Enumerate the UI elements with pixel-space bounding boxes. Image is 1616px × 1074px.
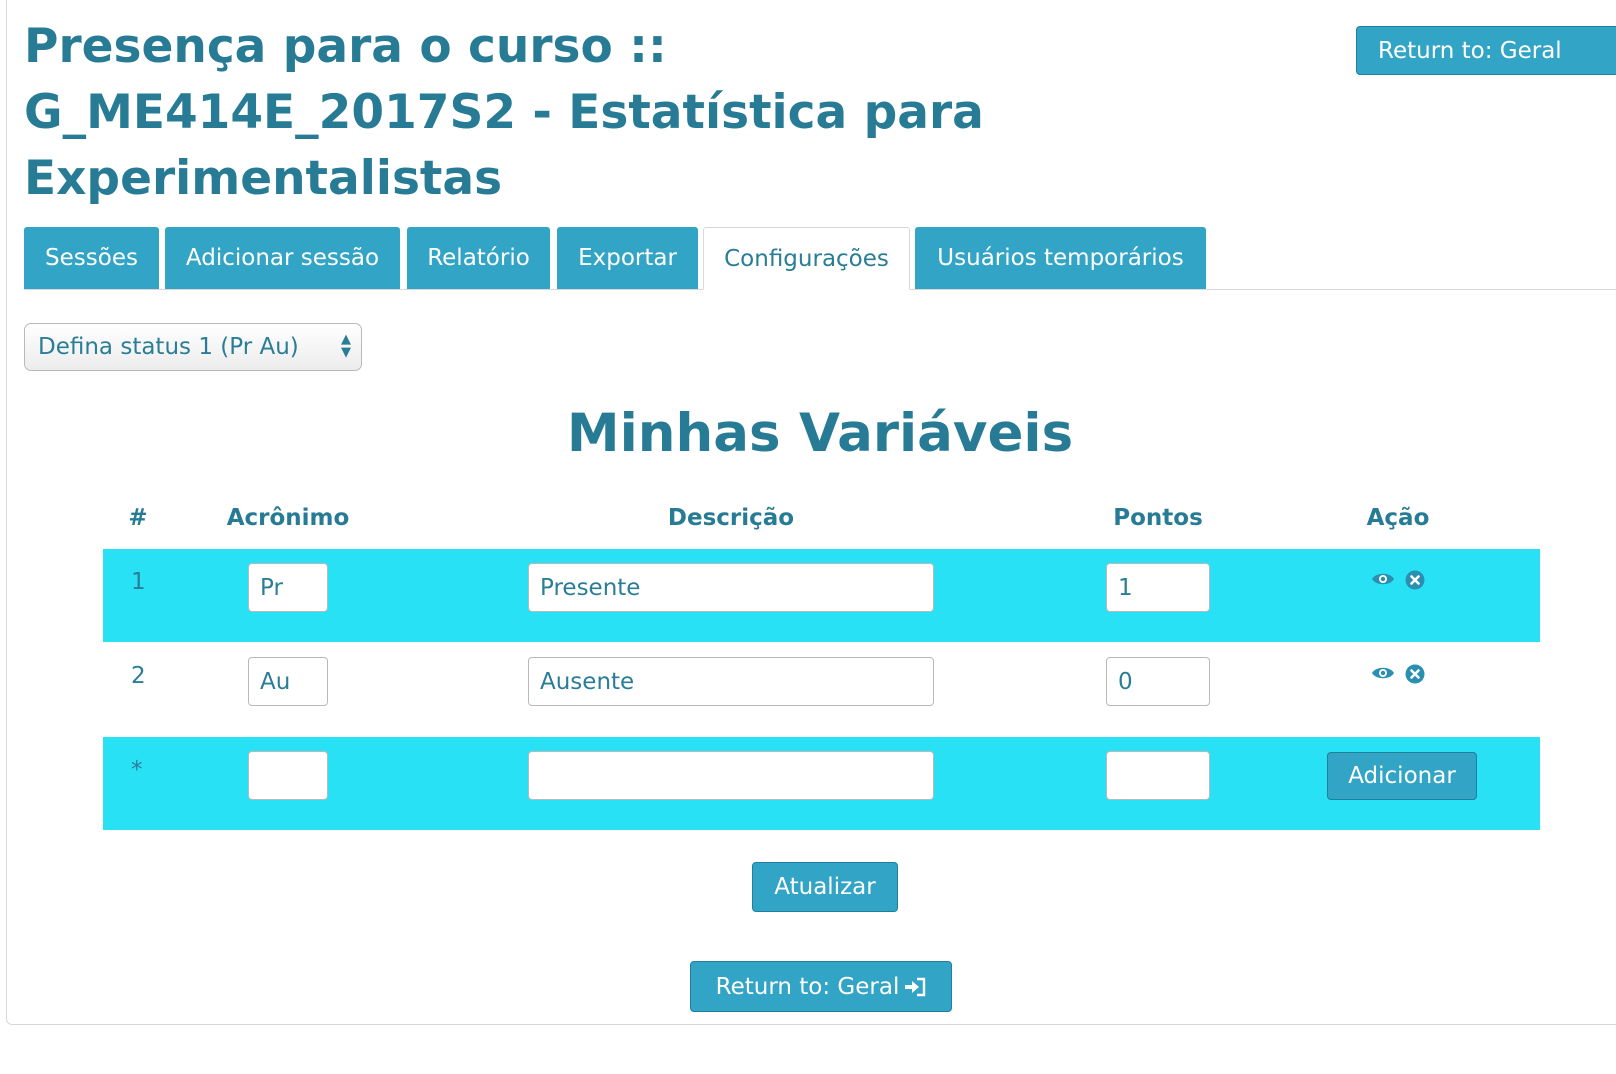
update-button[interactable]: Atualizar [752, 862, 898, 912]
tab-label: Usuários temporários [937, 245, 1184, 271]
page-title: Presença para o curso :: G_ME414E_2017S2… [24, 19, 984, 206]
tab-configuracoes[interactable]: Configurações [703, 227, 910, 290]
col-header-description: Descrição [667, 505, 795, 531]
tab-usuarios-temporarios[interactable]: Usuários temporários [915, 227, 1206, 289]
row-number: * [131, 757, 143, 783]
description-input[interactable]: Ausente [528, 657, 934, 706]
tab-sessoes[interactable]: Sessões [24, 227, 159, 289]
tab-adicionar-sessao[interactable]: Adicionar sessão [165, 227, 400, 289]
delete-icon[interactable] [1405, 570, 1425, 590]
tab-label: Sessões [45, 245, 138, 271]
row-number: 1 [131, 569, 146, 595]
new-description-input[interactable] [528, 751, 934, 800]
new-points-input[interactable] [1106, 751, 1210, 800]
tab-label: Relatório [427, 245, 530, 271]
acronym-input[interactable]: Pr [248, 563, 328, 612]
tab-exportar[interactable]: Exportar [557, 227, 698, 289]
sign-in-icon [905, 977, 926, 996]
tab-label: Adicionar sessão [185, 245, 380, 271]
col-header-action: Ação [1366, 505, 1430, 531]
col-header-points: Pontos [1113, 505, 1203, 531]
add-button-label: Adicionar [1348, 763, 1456, 789]
section-heading: Minhas Variáveis [566, 403, 1074, 464]
table-row: 2 Au Ausente 0 [103, 643, 1540, 736]
points-value: 1 [1118, 574, 1133, 601]
new-acronym-input[interactable] [248, 751, 328, 800]
status-set-select[interactable]: Defina status 1 (Pr Au) ▲ ▼ [24, 323, 362, 371]
return-bottom-button[interactable]: Return to: Geral [690, 961, 952, 1012]
acronym-value: Au [260, 668, 291, 695]
tab-relatorio[interactable]: Relatório [407, 227, 550, 289]
new-variable-row: * Adicionar [103, 737, 1540, 830]
status-set-value: Defina status 1 (Pr Au) [38, 334, 299, 360]
eye-icon[interactable] [1371, 572, 1395, 586]
tab-label: Exportar [578, 245, 677, 271]
eye-icon[interactable] [1371, 666, 1395, 680]
points-value: 0 [1118, 668, 1133, 695]
tab-label: Configurações [724, 245, 889, 272]
select-arrows-icon: ▲ ▼ [341, 332, 351, 360]
points-input[interactable]: 1 [1106, 563, 1210, 612]
points-input[interactable]: 0 [1106, 657, 1210, 706]
description-value: Ausente [540, 668, 635, 695]
add-button[interactable]: Adicionar [1327, 752, 1477, 800]
acronym-value: Pr [260, 574, 283, 601]
row-number: 2 [131, 663, 146, 689]
description-value: Presente [540, 574, 641, 601]
delete-icon[interactable] [1405, 664, 1425, 684]
return-top-label: Return to: Geral [1378, 37, 1562, 64]
return-top-button[interactable]: Return to: Geral [1356, 26, 1616, 75]
col-header-acronym: Acrônimo [226, 505, 350, 531]
col-header-num: # [128, 505, 148, 531]
description-input[interactable]: Presente [528, 563, 934, 612]
return-bottom-label: Return to: Geral [715, 973, 900, 1000]
acronym-input[interactable]: Au [248, 657, 328, 706]
update-button-label: Atualizar [774, 874, 876, 900]
table-row: 1 Pr Presente 1 [103, 549, 1540, 642]
tab-bar: Sessões Adicionar sessão Relatório Expor… [24, 227, 1616, 290]
